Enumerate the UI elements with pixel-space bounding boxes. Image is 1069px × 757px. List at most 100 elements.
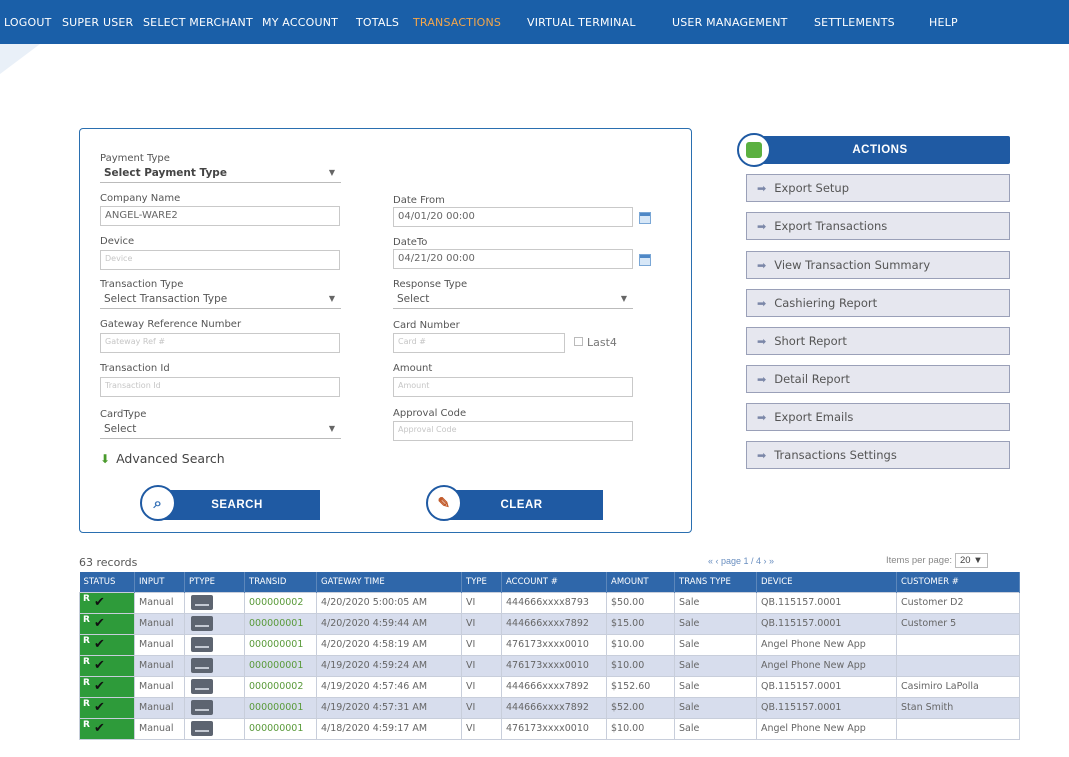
nav-logout[interactable]: LOGOUT	[4, 16, 52, 29]
customer-cell: Stan Smith	[896, 696, 1020, 719]
card-number-input[interactable]: Card #	[393, 333, 565, 353]
last4-checkbox[interactable]	[574, 337, 583, 346]
amount-input[interactable]: Amount	[393, 377, 633, 397]
transid-cell[interactable]: 000000001	[244, 717, 317, 740]
status-badge: R ✔	[80, 593, 134, 612]
nav-super-user[interactable]: SUPER USER	[62, 16, 133, 29]
advanced-search-link[interactable]: ⬇ Advanced Search	[100, 451, 225, 466]
customer-cell: Customer 5	[896, 612, 1020, 635]
date-from-input[interactable]: 04/01/20 00:00	[393, 207, 633, 227]
time-cell: 4/19/2020 4:59:24 AM	[316, 654, 462, 677]
device-input[interactable]: Device	[100, 250, 340, 270]
transid-cell[interactable]: 000000001	[244, 633, 317, 656]
input-cell: Manual	[134, 675, 185, 698]
export-emails-button[interactable]: ➡ Export Emails	[746, 403, 1010, 431]
transactions-settings-button[interactable]: ➡ Transactions Settings	[746, 441, 1010, 469]
clear-button[interactable]: ✎ CLEAR	[426, 485, 603, 521]
table-row[interactable]: R ✔ Manual 000000001 4/20/2020 4:59:44 AM…	[79, 612, 1020, 635]
search-button[interactable]: ⌕ SEARCH	[140, 485, 320, 521]
transid-cell[interactable]: 000000001	[244, 654, 317, 677]
card-terminal-icon	[191, 616, 213, 631]
transid-cell[interactable]: 000000001	[244, 612, 317, 635]
table-row[interactable]: R ✔ Manual 000000001 4/19/2020 4:57:31 AM…	[79, 696, 1020, 719]
nav-transactions[interactable]: TRANSACTIONS	[413, 16, 501, 29]
status-cell: R ✔	[79, 633, 135, 656]
device-label: Device	[100, 236, 135, 247]
col-input[interactable]: INPUT	[134, 572, 185, 592]
account-cell: 444666xxxx7892	[501, 612, 607, 635]
col-type[interactable]: TYPE	[461, 572, 502, 592]
table-row[interactable]: R ✔ Manual 000000001 4/20/2020 4:58:19 AM…	[79, 633, 1020, 656]
nav-virtual-terminal[interactable]: VIRTUAL TERMINAL	[527, 16, 636, 29]
table-header: STATUS INPUT PTYPE TRANSID GATEWAY TIME …	[79, 572, 1020, 592]
export-setup-button[interactable]: ➡ Export Setup	[746, 174, 1010, 202]
calendar-icon[interactable]	[639, 254, 651, 266]
nav-settlements[interactable]: SETTLEMENTS	[814, 16, 895, 29]
arrow-right-icon: ➡	[757, 410, 767, 424]
col-trans-type[interactable]: TRANS TYPE	[674, 572, 757, 592]
items-per-page-select[interactable]: 20 ▼	[955, 553, 988, 568]
col-transid[interactable]: TRANSID	[244, 572, 317, 592]
checkmark-icon: ✔	[94, 636, 105, 652]
account-cell: 476173xxxx0010	[501, 633, 607, 656]
date-to-label: DateTo	[393, 237, 428, 248]
card-type-select[interactable]: Select ▼	[100, 421, 341, 439]
ptype-cell	[184, 633, 245, 656]
col-gateway-time[interactable]: GATEWAY TIME	[316, 572, 462, 592]
ptype-cell	[184, 675, 245, 698]
card-terminal-icon	[191, 700, 213, 715]
col-ptype[interactable]: PTYPE	[184, 572, 245, 592]
table-row[interactable]: R ✔ Manual 000000001 4/18/2020 4:59:17 AM…	[79, 717, 1020, 740]
records-count: 63 records	[79, 556, 138, 569]
col-account[interactable]: ACCOUNT #	[501, 572, 607, 592]
col-amount[interactable]: AMOUNT	[606, 572, 675, 592]
arrow-right-icon: ➡	[757, 181, 767, 195]
status-cell: R ✔	[79, 675, 135, 698]
date-to-input[interactable]: 04/21/20 00:00	[393, 249, 633, 269]
company-name-input[interactable]: ANGEL-WARE2	[100, 206, 340, 226]
payment-type-select[interactable]: Select Payment Type ▼	[100, 165, 341, 183]
export-transactions-button[interactable]: ➡ Export Transactions	[746, 212, 1010, 240]
checkmark-icon: ✔	[94, 699, 105, 715]
gateway-ref-label: Gateway Reference Number	[100, 319, 242, 330]
transaction-id-label: Transaction Id	[100, 363, 170, 374]
calendar-icon[interactable]	[639, 212, 651, 224]
col-device[interactable]: DEVICE	[756, 572, 897, 592]
account-cell: 444666xxxx7892	[501, 696, 607, 719]
ptype-cell	[184, 717, 245, 740]
approval-code-input[interactable]: Approval Code	[393, 421, 633, 441]
status-cell: R ✔	[79, 591, 135, 614]
action-label: Detail Report	[774, 372, 850, 386]
nav-help[interactable]: HELP	[929, 16, 958, 29]
nav-totals[interactable]: TOTALS	[356, 16, 399, 29]
transid-cell[interactable]: 000000002	[244, 675, 317, 698]
detail-report-button[interactable]: ➡ Detail Report	[746, 365, 1010, 393]
transid-cell[interactable]: 000000001	[244, 696, 317, 719]
transaction-type-select[interactable]: Select Transaction Type ▼	[100, 291, 341, 309]
transaction-id-input[interactable]: Transaction Id	[100, 377, 340, 397]
status-cell: R ✔	[79, 654, 135, 677]
pager[interactable]: « ‹ page 1 / 4 › »	[708, 556, 774, 566]
table-row[interactable]: R ✔ Manual 000000002 4/20/2020 5:00:05 AM…	[79, 591, 1020, 614]
table-row[interactable]: R ✔ Manual 000000002 4/19/2020 4:57:46 AM…	[79, 675, 1020, 698]
transid-cell[interactable]: 000000002	[244, 591, 317, 614]
time-cell: 4/19/2020 4:57:46 AM	[316, 675, 462, 698]
col-status[interactable]: STATUS	[79, 572, 135, 592]
response-type-label: Response Type	[393, 279, 468, 290]
response-type-select[interactable]: Select ▼	[393, 291, 633, 309]
response-type-value: Select	[397, 293, 430, 305]
nav-select-merchant[interactable]: SELECT MERCHANT	[143, 16, 253, 29]
nav-user-management[interactable]: USER MANAGEMENT	[672, 16, 788, 29]
table-row[interactable]: R ✔ Manual 000000001 4/19/2020 4:59:24 AM…	[79, 654, 1020, 677]
short-report-button[interactable]: ➡ Short Report	[746, 327, 1010, 355]
status-code: R	[83, 635, 90, 646]
view-transaction-summary-button[interactable]: ➡ View Transaction Summary	[746, 251, 1010, 279]
time-cell: 4/20/2020 5:00:05 AM	[316, 591, 462, 614]
cashiering-report-button[interactable]: ➡ Cashiering Report	[746, 289, 1010, 317]
chevron-down-icon: ▼	[620, 294, 627, 303]
status-code: R	[83, 593, 90, 604]
col-customer[interactable]: CUSTOMER #	[896, 572, 1020, 592]
type-cell: VI	[461, 717, 502, 740]
gateway-ref-input[interactable]: Gateway Ref #	[100, 333, 340, 353]
nav-my-account[interactable]: MY ACCOUNT	[262, 16, 338, 29]
